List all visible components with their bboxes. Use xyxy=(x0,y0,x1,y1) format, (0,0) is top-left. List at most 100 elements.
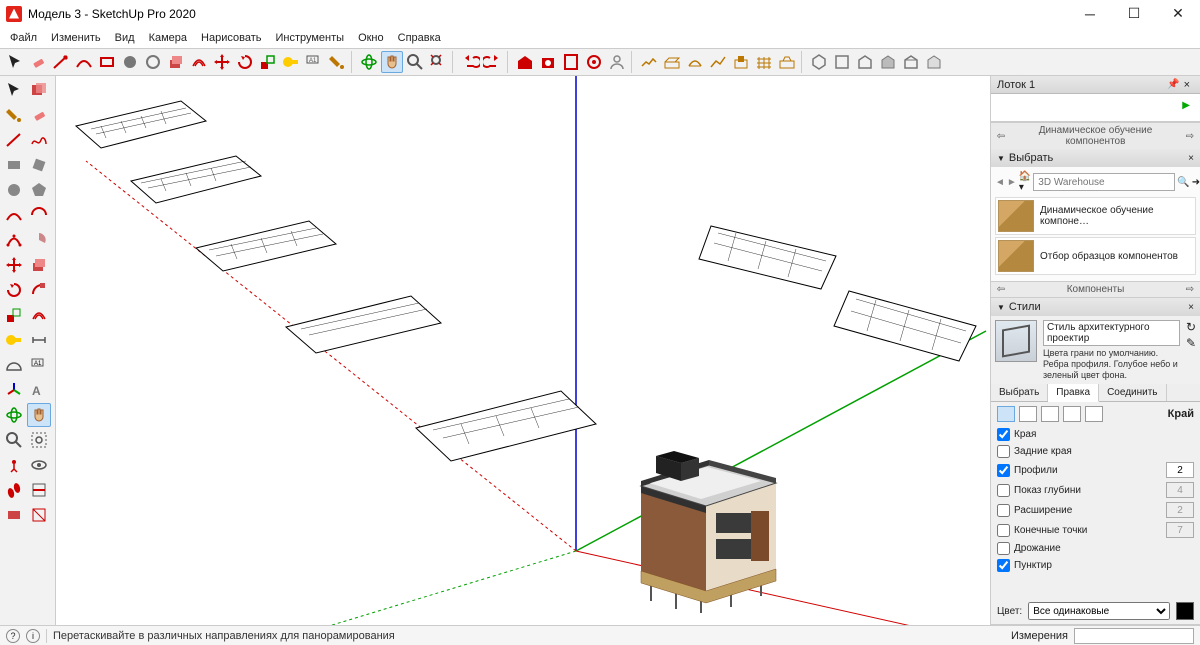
3dtext-icon[interactable]: A xyxy=(27,378,51,402)
color-mode-select[interactable]: Все одинаковые xyxy=(1028,602,1170,620)
section-icon[interactable] xyxy=(27,478,51,502)
line-icon[interactable] xyxy=(2,128,26,152)
view-right[interactable] xyxy=(877,51,899,73)
sandbox-1[interactable] xyxy=(638,51,660,73)
offset-icon[interactable] xyxy=(27,303,51,327)
redo-button[interactable] xyxy=(482,51,504,73)
zoom-window-icon[interactable] xyxy=(27,428,51,452)
sandbox-5[interactable] xyxy=(730,51,752,73)
tape-tool[interactable] xyxy=(280,51,302,73)
extension-mgr-button[interactable] xyxy=(583,51,605,73)
measurements-input[interactable] xyxy=(1074,628,1194,644)
minimize-button[interactable]: ─ xyxy=(1068,0,1112,28)
3pt-arc-icon[interactable] xyxy=(2,228,26,252)
warehouse-button[interactable] xyxy=(514,51,536,73)
pan-tool[interactable] xyxy=(381,51,403,73)
nav-next-icon[interactable]: ⇨ xyxy=(1182,284,1198,295)
text-tool[interactable]: A1 xyxy=(303,51,325,73)
panel-close-icon[interactable]: × xyxy=(1188,153,1194,164)
menu-view[interactable]: Вид xyxy=(109,30,141,46)
undo-button[interactable] xyxy=(459,51,481,73)
edge-settings-icon[interactable] xyxy=(997,406,1015,422)
make-component-icon[interactable] xyxy=(27,78,51,102)
sandbox-6[interactable] xyxy=(753,51,775,73)
2pt-arc-icon[interactable] xyxy=(27,203,51,227)
nav-prev-icon[interactable]: ⇦ xyxy=(993,131,1009,142)
arc-tool[interactable] xyxy=(73,51,95,73)
paint-tool[interactable] xyxy=(326,51,348,73)
orbit-icon[interactable] xyxy=(2,403,26,427)
component-item[interactable]: Динамическое обучение компоне… xyxy=(995,197,1196,235)
zoom-icon[interactable] xyxy=(2,428,26,452)
rotate-tool[interactable] xyxy=(234,51,256,73)
protractor-icon[interactable] xyxy=(2,353,26,377)
paint-bucket-icon[interactable] xyxy=(2,103,26,127)
style-update-icon[interactable]: ↻ xyxy=(1186,320,1196,334)
rotate-icon[interactable] xyxy=(2,278,26,302)
close-button[interactable]: ✕ xyxy=(1156,0,1200,28)
text-label-icon[interactable]: A1 xyxy=(27,353,51,377)
section-display-icon[interactable] xyxy=(2,503,26,527)
circle-tool[interactable] xyxy=(119,51,141,73)
jitter-checkbox[interactable] xyxy=(997,542,1010,555)
axes-icon[interactable] xyxy=(2,378,26,402)
menu-camera[interactable]: Камера xyxy=(143,30,193,46)
profiles-checkbox[interactable] xyxy=(997,464,1010,477)
menu-window[interactable]: Окно xyxy=(352,30,390,46)
sandbox-3[interactable] xyxy=(684,51,706,73)
orbit-tool[interactable] xyxy=(358,51,380,73)
info-icon[interactable]: i xyxy=(26,629,40,643)
menu-help[interactable]: Справка xyxy=(392,30,447,46)
zoom-extents-tool[interactable] xyxy=(427,51,449,73)
edges-checkbox[interactable] xyxy=(997,428,1010,441)
tab-select[interactable]: Выбрать xyxy=(991,384,1048,401)
style-create-icon[interactable]: ✎ xyxy=(1186,336,1196,350)
freehand-icon[interactable] xyxy=(27,128,51,152)
move-icon[interactable] xyxy=(2,253,26,277)
tray-header[interactable]: Лоток 1 📌 × xyxy=(991,76,1200,94)
tray-pin-icon[interactable]: 📌 xyxy=(1167,79,1179,90)
position-camera-icon[interactable] xyxy=(2,453,26,477)
endpoints-checkbox[interactable] xyxy=(997,524,1010,537)
eraser-tool[interactable] xyxy=(27,51,49,73)
pie-icon[interactable] xyxy=(27,228,51,252)
layout-button[interactable] xyxy=(560,51,582,73)
component-item[interactable]: Отбор образцов компонентов xyxy=(995,237,1196,275)
back-edges-checkbox[interactable] xyxy=(997,445,1010,458)
profiles-value[interactable] xyxy=(1166,462,1194,478)
select-tool[interactable] xyxy=(4,51,26,73)
zoom-tool[interactable] xyxy=(404,51,426,73)
pushpull-tool[interactable] xyxy=(165,51,187,73)
sandbox-4[interactable] xyxy=(707,51,729,73)
warehouse-search-input[interactable] xyxy=(1033,173,1175,191)
modeling-settings-icon[interactable] xyxy=(1085,406,1103,422)
dashes-checkbox[interactable] xyxy=(997,559,1010,572)
scale-tool[interactable] xyxy=(257,51,279,73)
extension-wh-button[interactable] xyxy=(537,51,559,73)
style-name-field[interactable]: Стиль архитектурного проектир xyxy=(1043,320,1180,346)
rectangle-icon[interactable] xyxy=(2,153,26,177)
view-back[interactable] xyxy=(900,51,922,73)
maximize-button[interactable]: ☐ xyxy=(1112,0,1156,28)
arc-icon[interactable] xyxy=(2,203,26,227)
nav-fwd-icon[interactable]: ► xyxy=(1007,177,1017,188)
view-left[interactable] xyxy=(923,51,945,73)
face-settings-icon[interactable] xyxy=(1019,406,1037,422)
panel-close-icon[interactable]: × xyxy=(1188,302,1194,313)
polygon-tool[interactable] xyxy=(142,51,164,73)
color-swatch[interactable] xyxy=(1176,602,1194,620)
nav-next-icon[interactable]: ⇨ xyxy=(1182,131,1198,142)
depth-cue-checkbox[interactable] xyxy=(997,484,1010,497)
view-top[interactable] xyxy=(831,51,853,73)
view-iso[interactable] xyxy=(808,51,830,73)
view-front[interactable] xyxy=(854,51,876,73)
circle-icon[interactable] xyxy=(2,178,26,202)
sandbox-7[interactable] xyxy=(776,51,798,73)
menu-file[interactable]: Файл xyxy=(4,30,43,46)
components-header[interactable]: ▼ Выбрать × xyxy=(991,149,1200,167)
menu-edit[interactable]: Изменить xyxy=(45,30,107,46)
section-cut-icon[interactable] xyxy=(27,503,51,527)
walk-icon[interactable] xyxy=(2,478,26,502)
sandbox-2[interactable] xyxy=(661,51,683,73)
select-icon[interactable] xyxy=(2,78,26,102)
